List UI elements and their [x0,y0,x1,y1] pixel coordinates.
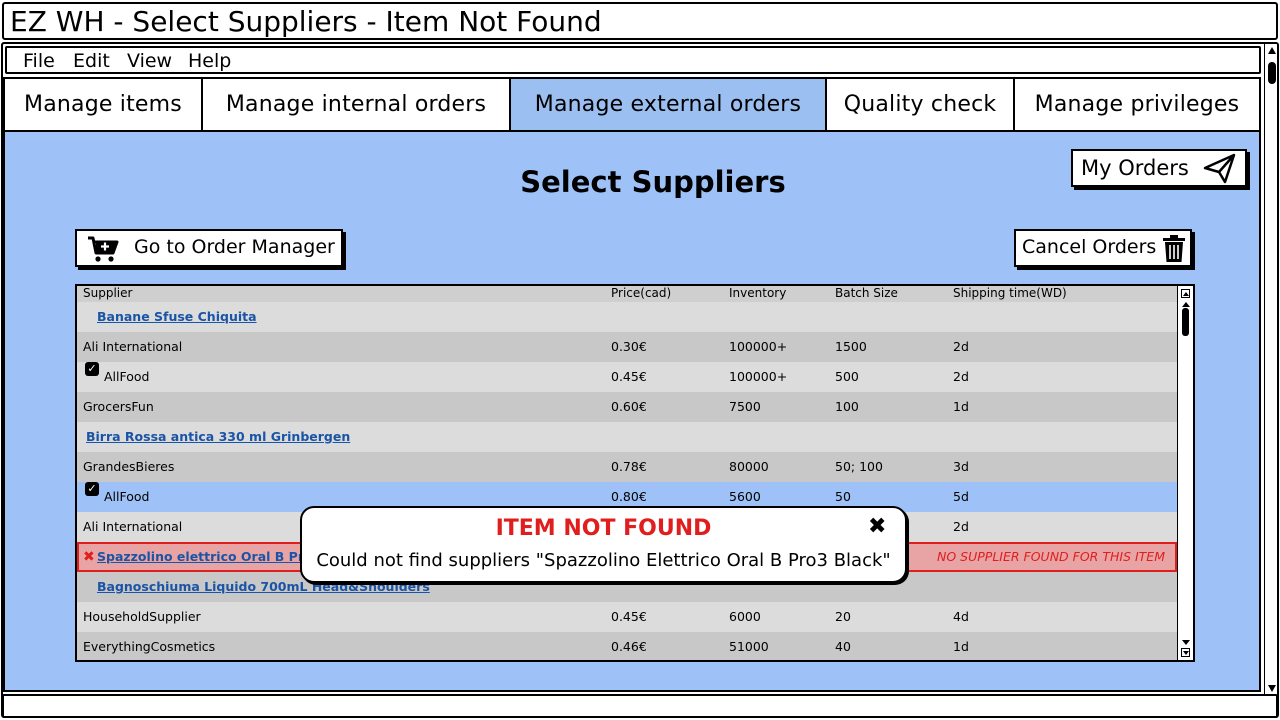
shipping-cell: 5d [953,489,969,504]
tab-manage-internal-orders[interactable]: Manage internal orders [201,77,511,132]
scroll-down-icon[interactable] [1268,685,1276,692]
table-body: Banane Sfuse Chiquita Ali International … [77,302,1177,660]
item-row[interactable]: Birra Rossa antica 330 ml Grinbergen [77,422,1177,452]
checkbox-checked-icon[interactable]: ✓ [85,482,99,496]
price-cell: 0.45€ [611,609,647,624]
close-icon[interactable]: ✖ [868,514,886,539]
batch-cell: 50; 100 [835,459,883,474]
content-panel: Select Suppliers My Orders Go to Order M… [3,132,1261,692]
item-not-found-dialog: ITEM NOT FOUND ✖ Could not find supplier… [300,506,907,583]
cancel-orders-label: Cancel Orders [1022,236,1157,258]
inventory-cell: 100000+ [729,369,788,384]
trash-icon [1163,235,1185,262]
shipping-cell: 3d [953,459,969,474]
menu-view[interactable]: View [127,49,172,73]
col-batch-size: Batch Size [835,286,898,300]
batch-cell: 40 [835,639,851,654]
dialog-message: Could not find suppliers "Spazzolino Ele… [316,550,891,571]
checkbox-checked-icon[interactable]: ✓ [85,362,99,376]
batch-cell: 20 [835,609,851,624]
chevron-up-icon[interactable] [1182,302,1190,307]
add-to-cart-icon [88,236,119,262]
shipping-cell: 2d [953,339,969,354]
inventory-cell: 51000 [729,639,769,654]
window-scrollbar[interactable] [1264,44,1277,694]
scroll-up-icon[interactable] [1181,289,1190,298]
supplier-cell: HouseholdSupplier [83,609,201,624]
shipping-cell: 2d [953,369,969,384]
tab-bar: Manage items Manage internal orders Mana… [3,77,1261,132]
go-to-order-manager-label: Go to Order Manager [134,236,335,258]
error-message: NO SUPPLIER FOUND FOR THIS ITEM [937,549,1165,564]
batch-cell: 500 [835,369,859,384]
my-orders-button[interactable]: My Orders [1071,149,1247,187]
supplier-cell: Ali International [83,519,183,534]
supplier-row[interactable]: Ali International 0.30€ 100000+ 1500 2d [77,332,1177,362]
inventory-cell: 80000 [729,459,769,474]
chevron-down-icon[interactable] [1182,640,1190,645]
price-cell: 0.45€ [611,369,647,384]
supplier-row[interactable]: ✓ AllFood 0.45€ 100000+ 500 2d [77,362,1177,392]
shipping-cell: 4d [953,609,969,624]
inventory-cell: 7500 [729,399,761,414]
app-window: File Edit View Help Manage items Manage … [1,42,1279,718]
menu-bar: File Edit View Help [5,46,1261,74]
tab-manage-external-orders[interactable]: Manage external orders [509,77,827,132]
scroll-up-icon[interactable] [1268,47,1276,54]
col-shipping-time: Shipping time(WD) [953,286,1067,300]
price-cell: 0.46€ [611,639,647,654]
price-cell: 0.60€ [611,399,647,414]
supplier-cell: EverythingCosmetics [83,639,216,654]
my-orders-label: My Orders [1081,156,1189,180]
supplier-cell: GrandesBieres [83,459,175,474]
table-scrollbar[interactable] [1177,286,1193,660]
dialog-title: ITEM NOT FOUND [495,516,712,541]
go-to-order-manager-button[interactable]: Go to Order Manager [75,229,343,267]
error-x-icon: ✖ [83,549,95,565]
menu-edit[interactable]: Edit [73,49,110,73]
supplier-row[interactable]: EverythingCosmetics 0.46€ 51000 40 1d [77,632,1177,660]
supplier-row[interactable]: GrandesBieres 0.78€ 80000 50; 100 3d [77,452,1177,482]
scroll-thumb[interactable] [1268,62,1276,84]
shipping-cell: 2d [953,519,969,534]
window-title: EZ WH - Select Suppliers - Item Not Foun… [10,5,602,38]
shipping-cell: 1d [953,639,969,654]
tab-manage-privileges[interactable]: Manage privileges [1013,77,1261,132]
menu-file[interactable]: File [23,49,55,73]
item-link[interactable]: Banane Sfuse Chiquita [97,309,257,324]
inventory-cell: 6000 [729,609,761,624]
price-cell: 0.30€ [611,339,647,354]
page-title: Select Suppliers [520,165,786,199]
supplier-cell: GrocersFun [83,399,154,414]
menu-help[interactable]: Help [188,49,231,73]
batch-cell: 1500 [835,339,867,354]
cancel-orders-button[interactable]: Cancel Orders [1014,229,1192,267]
supplier-row[interactable]: HouseholdSupplier 0.45€ 6000 20 4d [77,602,1177,632]
price-cell: 0.78€ [611,459,647,474]
supplier-cell: AllFood [104,489,150,504]
inventory-cell: 100000+ [729,339,788,354]
col-inventory: Inventory [729,286,787,300]
scroll-thumb[interactable] [1182,308,1189,336]
col-supplier: Supplier [83,286,133,300]
shipping-cell: 1d [953,399,969,414]
paper-plane-icon [1203,153,1236,184]
supplier-cell: AllFood [104,369,150,384]
window-titlebar: EZ WH - Select Suppliers - Item Not Foun… [2,2,1278,40]
suppliers-table: Supplier Price(cad) Inventory Batch Size… [75,284,1195,662]
item-link[interactable]: Birra Rossa antica 330 ml Grinbergen [86,429,350,444]
tab-manage-items[interactable]: Manage items [3,77,203,132]
tab-quality-check[interactable]: Quality check [825,77,1015,132]
supplier-row[interactable]: GrocersFun 0.60€ 7500 100 1d [77,392,1177,422]
supplier-cell: Ali International [83,339,183,354]
status-bar [2,694,1278,718]
item-row[interactable]: Banane Sfuse Chiquita [77,302,1177,332]
scroll-down-icon[interactable] [1181,648,1190,657]
batch-cell: 100 [835,399,859,414]
table-header: Supplier Price(cad) Inventory Batch Size… [77,286,1177,302]
col-price: Price(cad) [611,286,672,300]
